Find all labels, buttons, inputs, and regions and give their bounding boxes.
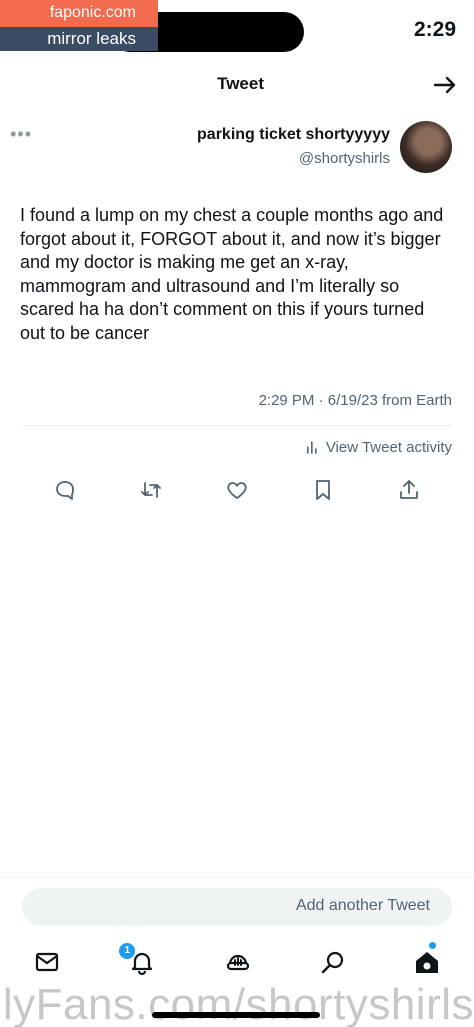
watermark-tagline-badge: mirror leaks — [0, 27, 158, 51]
search-icon[interactable] — [319, 948, 347, 976]
home-icon[interactable] — [413, 948, 441, 976]
share-icon[interactable] — [397, 478, 421, 502]
messages-icon[interactable] — [33, 948, 61, 976]
spaces-icon[interactable] — [224, 948, 252, 976]
add-tweet-input[interactable]: Add another Tweet — [22, 888, 452, 926]
tweet-text: I found a lump on my chest a couple mont… — [20, 205, 444, 343]
avatar[interactable] — [400, 121, 452, 173]
reply-divider — [0, 877, 474, 878]
analytics-icon — [306, 440, 320, 458]
author-handle[interactable]: @shortyshirls — [299, 150, 390, 167]
tweet-timestamp: 2:29 PM · 6/19/23 from Earth — [258, 392, 452, 409]
author-name[interactable]: parking ticket shortyyyyy — [197, 126, 390, 144]
watermark-site-badge: faponic.com — [0, 0, 158, 27]
divider — [22, 425, 452, 426]
page-title: Tweet — [217, 74, 264, 93]
like-icon[interactable] — [225, 478, 249, 502]
bookmark-icon[interactable] — [311, 478, 335, 502]
back-arrow-icon[interactable] — [430, 70, 460, 100]
reply-icon[interactable] — [53, 478, 77, 502]
more-options-icon[interactable]: ••• — [10, 124, 32, 145]
status-time: 2:29 — [413, 18, 456, 41]
watermark-footer-text: OnlyFans.com/shortyshirls — [0, 980, 474, 1027]
home-notification-dot — [429, 942, 436, 949]
home-indicator[interactable] — [152, 1012, 320, 1018]
retweet-icon[interactable] — [139, 478, 163, 502]
notification-badge: 1 — [119, 943, 135, 959]
view-activity-link[interactable]: View Tweet activity — [306, 439, 452, 458]
mirrored-screen: 2:29 faponic.com mirror leaks Tweet park… — [0, 0, 474, 1027]
